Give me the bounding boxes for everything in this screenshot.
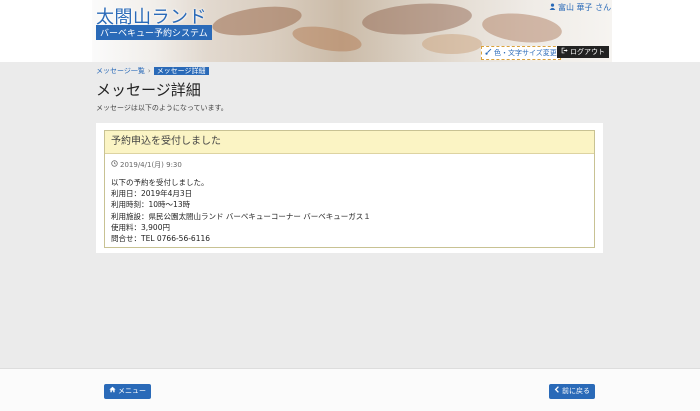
logout-label: ログアウト: [570, 48, 605, 56]
logout-icon: [561, 46, 568, 58]
breadcrumb-message-list[interactable]: メッセージ一覧: [96, 67, 145, 75]
message-title: 予約申込を受付しました: [105, 131, 594, 154]
clock-icon: [111, 160, 118, 169]
message-body: 以下の予約を受付しました。 利用日：2019年4月3日 利用時刻：10時〜13時…: [111, 177, 594, 244]
message-line: 利用施設：県民公園太閤山ランド バーベキューコーナー バーベキューガス１: [111, 211, 371, 221]
site-header: 太閤山ランド バーベキュー予約システム 富山 華子 さん 色・文字サイズ変更 ロ…: [0, 0, 700, 62]
chevron-left-icon: [554, 384, 560, 399]
user-name-label: 富山 華子 さん: [558, 3, 612, 12]
page-description: メッセージは以下のようになっています。: [96, 104, 228, 112]
breadcrumb: メッセージ一覧 › メッセージ詳細: [96, 66, 209, 76]
message-line: 利用時刻：10時〜13時: [111, 200, 191, 210]
breadcrumb-current: メッセージ詳細: [153, 67, 209, 75]
breadcrumb-separator: ›: [147, 67, 151, 75]
logout-button[interactable]: ログアウト: [557, 46, 609, 58]
home-icon: [109, 384, 116, 399]
footer-bar: メニュー 前に戻る: [0, 368, 700, 411]
message-line: 以下の予約を受付しました。: [111, 178, 209, 187]
message-date-text: 2019/4/1(月) 9:30: [120, 161, 182, 169]
menu-button[interactable]: メニュー: [104, 384, 151, 399]
color-font-size-label: 色・文字サイズ変更: [494, 49, 557, 57]
back-button-label: 前に戻る: [562, 387, 590, 395]
color-font-size-button[interactable]: 色・文字サイズ変更: [481, 46, 561, 60]
user-icon: [549, 3, 556, 12]
message-line: 使用料：3,900円: [111, 222, 170, 232]
back-button[interactable]: 前に戻る: [549, 384, 595, 399]
user-name: 富山 華子 さん: [549, 2, 611, 13]
message-box: 予約申込を受付しました 2019/4/1(月) 9:30 以下の予約を受付しまし…: [104, 130, 595, 248]
message-card: 予約申込を受付しました 2019/4/1(月) 9:30 以下の予約を受付しまし…: [96, 123, 603, 253]
site-subtitle: バーベキュー予約システム: [96, 25, 212, 40]
message-line: 問合せ：TEL 0766-56-6116: [111, 234, 211, 244]
message-line: 利用日：2019年4月3日: [111, 189, 193, 199]
message-date: 2019/4/1(月) 9:30: [111, 160, 594, 170]
brush-icon: [485, 47, 492, 59]
page-title: メッセージ詳細: [96, 81, 201, 99]
menu-button-label: メニュー: [118, 387, 146, 395]
